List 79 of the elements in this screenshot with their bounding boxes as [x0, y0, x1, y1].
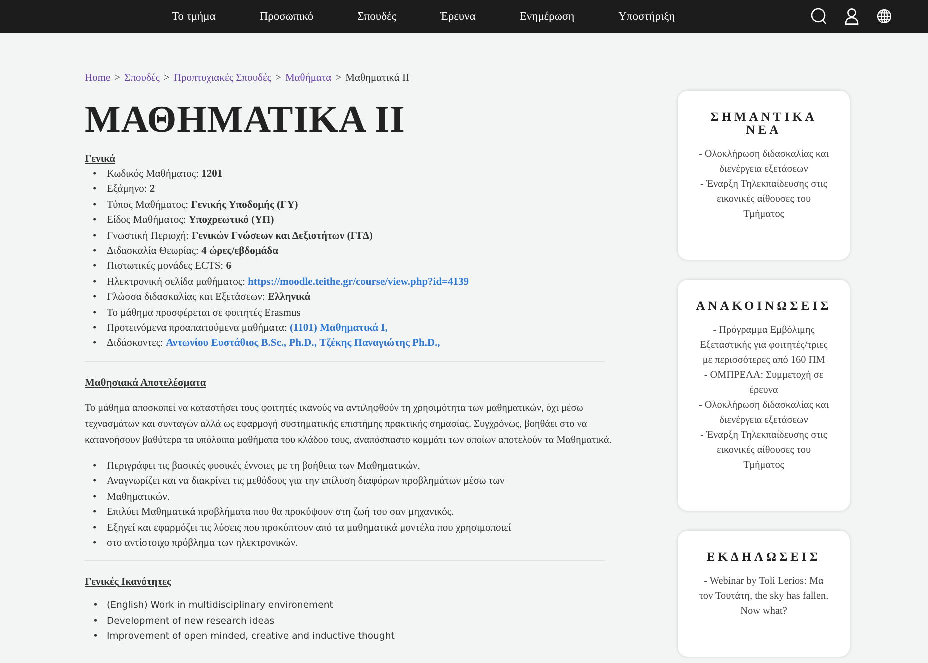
- breadcrumb-separator: >: [336, 73, 342, 84]
- user-icon[interactable]: [845, 8, 860, 25]
- list-item: Προτεινόμενα προαπαιτούμενα μαθήματα: (1101) Μαθηματικά Ι,: [107, 322, 388, 336]
- bullet: •: [93, 460, 98, 474]
- bullet: •: [93, 198, 98, 213]
- list-item: Διδάσκοντες: Αντωνίου Ευστάθιος B.Sc., Ph.D., Τζέκης Παναγιώτης Ph.D.,: [107, 337, 440, 352]
- bullet: •: [93, 214, 98, 228]
- bullet: •: [93, 599, 100, 614]
- breadcrumb-current: Μαθηματικά II: [346, 73, 410, 84]
- list-item: στο αντίστοιχο πρόβλημα των ηλεκτρονικών.: [107, 536, 298, 551]
- nav-link[interactable]: Έρευνα: [440, 10, 476, 22]
- list-item: Γνωστική Περιοχή: Γενικών Γνώσεων και Δεξιοτήτων (ΓΓΔ): [107, 230, 373, 244]
- nav-link[interactable]: Υποστήριξη: [618, 10, 676, 22]
- bullet: •: [93, 630, 100, 644]
- globe-icon[interactable]: [877, 9, 892, 24]
- list-item: Πιστωτικές μονάδες ECTS: 6: [107, 260, 232, 274]
- news-link[interactable]: - Ολοκλήρωση διδασκαλίας και διενέργεια εξετάσεων: [698, 147, 830, 177]
- bullet: •: [93, 276, 98, 290]
- bullet: •: [93, 230, 98, 244]
- bullet: •: [93, 522, 98, 536]
- list-item: Εξηγεί και εφαρμόζει τις λύσεις που προκύπτουν από τα μαθηματικά μοντέλα που χρησιμοποιεί: [107, 522, 512, 536]
- bullet: •: [93, 490, 98, 505]
- list-item: Είδος Μαθήματος: Υποχρεωτικό (ΥΠ): [107, 214, 274, 228]
- bullet: •: [93, 306, 98, 321]
- card-title: ΣΗΜΑΝΤΙΚΑ ΝΕΑ: [710, 111, 818, 137]
- section-heading: Μαθησιακά Αποτελέσματα: [85, 378, 208, 389]
- nav-link[interactable]: Ενημέρωση: [520, 10, 575, 22]
- news-link[interactable]: - Ολοκλήρωση διδασκαλίας και διενέργεια εξετάσεων: [698, 398, 830, 428]
- bullet: •: [93, 183, 98, 198]
- bullet: •: [93, 245, 98, 260]
- list-item: Κωδικός Μαθήματος: 1201: [107, 168, 223, 182]
- link[interactable]: https://moodle.teithe.gr/course/view.php?id=4139: [248, 276, 470, 288]
- link[interactable]: (1101) Μαθηματικά Ι,: [290, 323, 388, 334]
- list-item: Improvement of open minded, creative and inductive thought: [107, 630, 395, 644]
- list-item: Development of new research ideas: [107, 614, 275, 629]
- breadcrumb-separator: >: [114, 73, 121, 84]
- bullet: •: [93, 291, 98, 306]
- link[interactable]: Τζέκης Παναγιώτης Ph.D.,: [320, 338, 440, 350]
- breadcrumb-separator: >: [164, 73, 170, 84]
- section-heading: Γενικά: [85, 154, 117, 165]
- list-item: Περιγράφει τις βασικές φυσικές έννοιες με τη βοήθεια των Μαθηματικών.: [107, 460, 420, 474]
- nav-link[interactable]: Προσωπικό: [260, 10, 314, 22]
- bullet: •: [93, 475, 98, 490]
- list-item: Τύπος Μαθήματος: Γενικής Υποδομής (ΓΥ): [107, 198, 298, 213]
- search-icon[interactable]: [811, 8, 828, 25]
- list-item: Το μάθημα προσφέρεται σε φοιτητές Erasmus: [107, 306, 301, 321]
- breadcrumb-link[interactable]: Home: [85, 73, 111, 84]
- list-item: Ηλεκτρονική σελίδα μαθήματος: https://moodle.teithe.gr/course/view.php?id=4139: [107, 276, 470, 290]
- news-link[interactable]: - Έναρξη Τηλεκπαίδευσης στις εικονικές αίθουσες του Τμήματος: [698, 177, 830, 222]
- list-item: Επιλύει Μαθηματικά προβλήματα που θα προκύψουν στη ζωή του σαν μηχανικός.: [107, 506, 454, 520]
- breadcrumb-link[interactable]: Μαθήματα: [285, 73, 332, 84]
- bullet: •: [93, 536, 98, 551]
- card-title: ΕΚΔΗΛΩΣΕΙΣ: [706, 551, 822, 564]
- list-item: Μαθηματικών.: [107, 490, 170, 505]
- card-title: ΑΝΑΚΟΙΝΩΣΕΙΣ: [696, 300, 832, 313]
- news-link[interactable]: - Έναρξη Τηλεκπαίδευσης στις εικονικές αίθουσες του Τμήματος: [698, 428, 830, 473]
- bullet: •: [93, 614, 100, 629]
- list-item: Γλώσσα διδασκαλίας και Εξετάσεων: Ελληνικά: [107, 291, 311, 306]
- bullet: •: [93, 260, 98, 274]
- nav-link[interactable]: Σπουδές: [358, 10, 396, 22]
- paragraph: Το μάθημα αποσκοπεί να καταστήσει τους φοιτητές ικανούς να αντιληφθούν τη χρησιμότητα των μαθηματικών, όχι μέσω τεχνασμάτων και συνταγών αλλά ως εφαρμογή συστηματικής επιστήμης πρακτικής σημασίας. Συγχρόνως, βοηθάει στο να κατανοήσουν βαθύτερα τα υπόλοιπα μαθήματα του κλάδου τους, αναπόσπαστο κομμάτι των οποίων αποτελούν τα Μαθηματικά.: [85, 402, 613, 448]
- breadcrumb-separator: >: [276, 73, 282, 84]
- news-link[interactable]: - ΟΜΠΡΕΛΑ: Συμμετοχή σε έρευνα: [698, 368, 830, 398]
- nav-link[interactable]: Το τμήμα: [172, 10, 216, 22]
- breadcrumb-link[interactable]: Προπτυχιακές Σπουδές: [174, 73, 272, 84]
- link[interactable]: Αντωνίου Ευστάθιος B.Sc., Ph.D.,: [166, 338, 317, 350]
- page-title: ΜΑΘΗΜΑΤΙΚΑ ΙΙ: [85, 98, 406, 142]
- list-item: Αναγνωρίζει και να διακρίνει τις μεθόδους για την επίλυση διαφόρων προβλημάτων μέσω των: [107, 475, 505, 490]
- bullet: •: [93, 506, 98, 520]
- bullet: •: [93, 322, 98, 336]
- news-link[interactable]: - Πρόγραμμα Εμβόλιμης Εξεταστικής για φοιτητές/τριες με περισσότερες από 160 ΠΜ: [698, 323, 830, 368]
- news-link[interactable]: - Webinar by Toli Lerios: Μα τον Τουτάτη, the sky has fallen. Now what?: [698, 574, 830, 619]
- bullet: •: [93, 337, 98, 352]
- list-item: (English) Work in multidisciplinary environement: [107, 599, 334, 614]
- section-heading: Γενικές Ικανότητες: [85, 577, 172, 588]
- breadcrumb-link[interactable]: Σπουδές: [124, 73, 160, 84]
- bullet: •: [93, 168, 98, 182]
- list-item: Διδασκαλία Θεωρίας: 4 ώρες/εβδομάδα: [107, 245, 278, 260]
- list-item: Εξάμηνο: 2: [107, 183, 156, 198]
